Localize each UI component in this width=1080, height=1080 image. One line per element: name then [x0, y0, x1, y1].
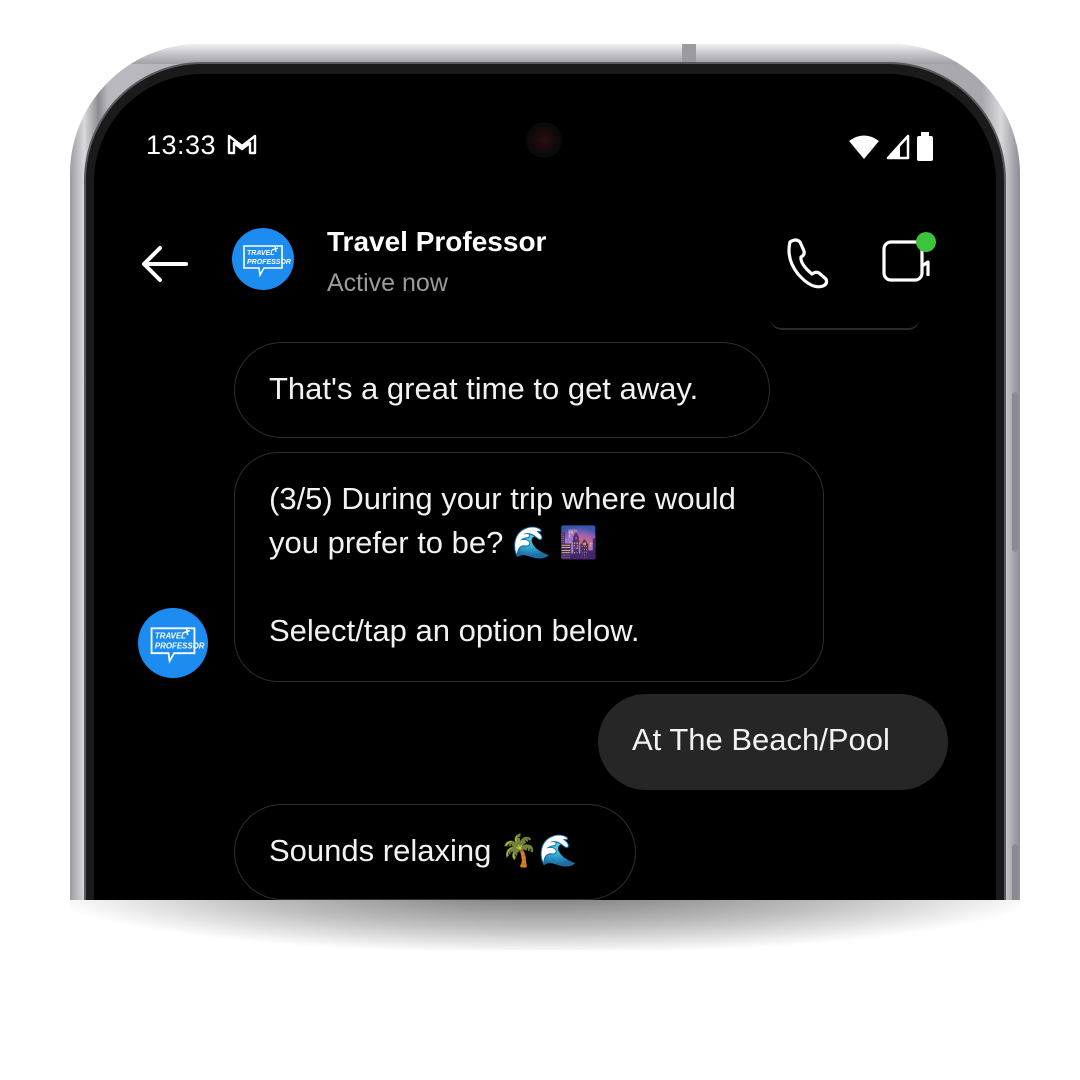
- previous-message-bubble-edge: [770, 318, 920, 330]
- svg-text:TRAVEL: TRAVEL: [155, 631, 186, 640]
- volume-button: [1012, 392, 1018, 552]
- cellular-signal-icon: [886, 134, 910, 160]
- phone-frame: 13:33 TRAVEL PROFESSOR Travel Professor …: [70, 44, 1020, 900]
- contact-active-status: Active now: [327, 269, 448, 297]
- frame-antenna-band: [682, 44, 696, 64]
- front-camera: [526, 122, 562, 158]
- status-time: 13:33: [146, 130, 217, 160]
- message-bubble-outgoing: At The Beach/Pool: [598, 694, 948, 790]
- message-bubble-incoming: (3/5) During your trip where would you p…: [234, 452, 824, 682]
- travel-professor-logo-icon: TRAVEL PROFESSOR: [243, 245, 291, 278]
- battery-icon: [917, 132, 933, 161]
- status-icons: [848, 132, 934, 162]
- sender-avatar[interactable]: TRAVEL PROFESSOR: [138, 608, 208, 678]
- phone-call-icon[interactable]: [782, 234, 832, 290]
- wifi-icon: [849, 135, 879, 159]
- power-button: [1012, 844, 1018, 900]
- message-bubble-incoming: Sounds relaxing 🌴🌊: [234, 804, 636, 900]
- travel-professor-logo-icon: TRAVEL PROFESSOR: [150, 627, 205, 664]
- phone-screen: 13:33 TRAVEL PROFESSOR Travel Professor …: [94, 74, 996, 900]
- online-indicator: [916, 232, 936, 252]
- contact-avatar[interactable]: TRAVEL PROFESSOR: [232, 228, 294, 290]
- back-arrow-icon[interactable]: [138, 242, 190, 286]
- svg-text:TRAVEL: TRAVEL: [247, 250, 274, 257]
- phone-frame-top-edge: [70, 44, 1020, 64]
- svg-text:PROFESSOR: PROFESSOR: [247, 259, 291, 266]
- message-bubble-incoming: That's a great time to get away.: [234, 342, 770, 438]
- contact-name[interactable]: Travel Professor: [327, 226, 546, 258]
- gmail-icon: [227, 134, 257, 155]
- svg-text:PROFESSOR: PROFESSOR: [155, 642, 205, 651]
